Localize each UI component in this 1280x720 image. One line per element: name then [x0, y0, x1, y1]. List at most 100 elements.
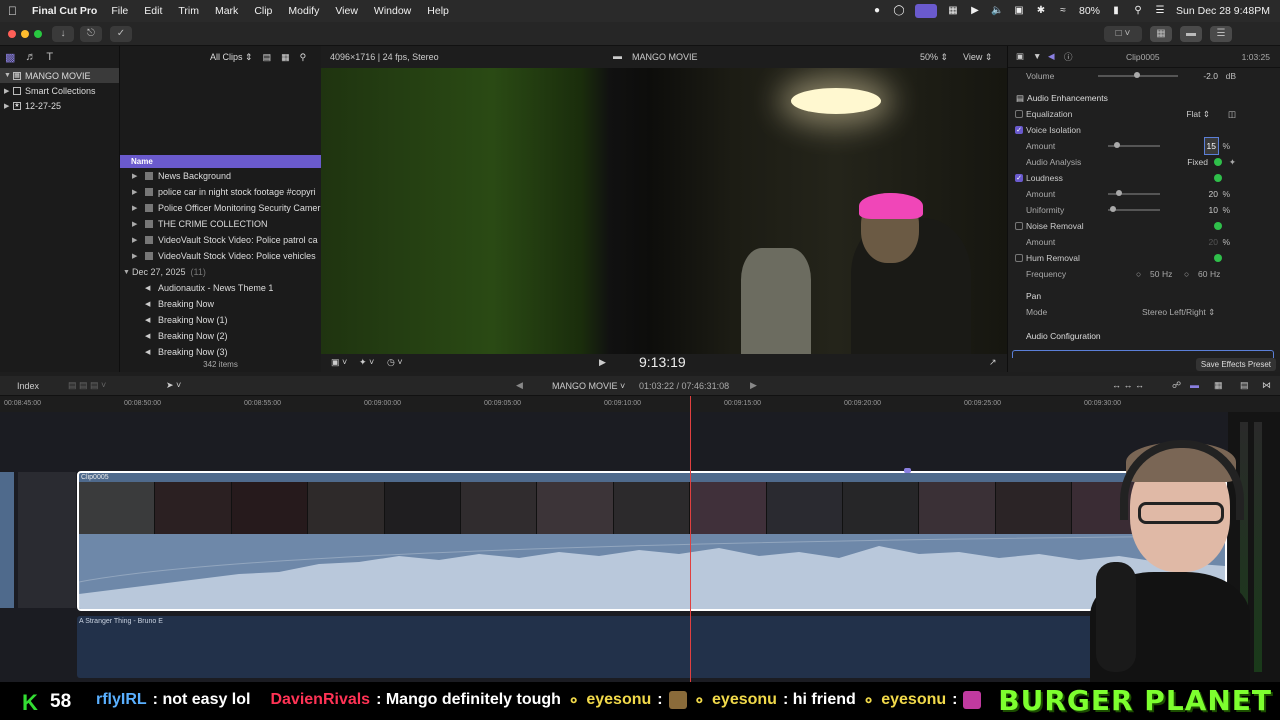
transform-icon[interactable]: ✦ ˅: [359, 357, 374, 368]
back-arrow-icon[interactable]: ◀: [516, 380, 523, 391]
disclosure-closed-icon[interactable]: ▶: [132, 204, 141, 212]
zoom-window-button[interactable]: [34, 30, 42, 38]
disclosure-closed-icon[interactable]: ▶: [132, 236, 141, 244]
menu-help[interactable]: Help: [427, 5, 449, 17]
list-item[interactable]: ▶ VideoVault Stock Video: Police patrol c…: [120, 232, 321, 248]
clip-appearance-icon[interactable]: ▦: [1214, 380, 1223, 391]
video-frame[interactable]: [321, 68, 1007, 354]
menu-window[interactable]: Window: [374, 5, 411, 17]
pan-mode-dropdown[interactable]: Stereo Left/Right ⇕: [1142, 304, 1215, 320]
disclosure-open-icon[interactable]: ▼: [4, 72, 13, 79]
audio-configuration-header[interactable]: Audio Configuration: [1008, 328, 1280, 344]
list-item[interactable]: ▶ THE CRIME COLLECTION: [120, 216, 321, 232]
clip-filter-dropdown[interactable]: All Clips ⇕: [210, 52, 253, 63]
wifi-icon[interactable]: ≈: [1057, 5, 1069, 17]
marker-icon[interactable]: [904, 468, 911, 473]
info-inspector-icon[interactable]: ⓘ: [1064, 51, 1073, 63]
search-icon[interactable]: ⚲: [1132, 5, 1144, 17]
menu-modify[interactable]: Modify: [288, 5, 319, 17]
select-tool-icon[interactable]: ➤ ˅: [166, 380, 181, 391]
forward-arrow-icon[interactable]: ▶: [750, 380, 757, 391]
list-item[interactable]: ▶ Police Officer Monitoring Security Came…: [120, 200, 321, 216]
import-icon[interactable]: ↓: [52, 26, 74, 42]
timecode[interactable]: 9:13:19: [639, 354, 686, 370]
voice-isolation-checkbox[interactable]: ✓: [1015, 126, 1023, 134]
background-tasks-icon[interactable]: ✓: [110, 26, 132, 42]
disclosure-closed-icon[interactable]: ▶: [132, 188, 141, 196]
list-item[interactable]: ▶ police car in night stock footage #copy…: [120, 184, 321, 200]
voice-amount-slider[interactable]: [1108, 142, 1160, 148]
noise-amount-value[interactable]: 20: [1209, 234, 1218, 250]
menu-mark[interactable]: Mark: [215, 5, 238, 17]
titles-tab-icon[interactable]: T: [46, 51, 53, 63]
close-window-button[interactable]: [8, 30, 16, 38]
color-inspector-icon[interactable]: ▼: [1033, 51, 1041, 61]
control-center-highlight-icon[interactable]: [915, 4, 937, 18]
display-icon[interactable]: ▣: [1013, 5, 1025, 17]
audio-channel-row[interactable]: [1012, 350, 1274, 358]
disclosure-closed-icon[interactable]: ▶: [132, 252, 141, 260]
timeline-ruler[interactable]: 00:08:45:00 00:08:50:00 00:08:55:00 00:0…: [0, 396, 1280, 412]
menu-trim[interactable]: Trim: [178, 5, 199, 17]
libraries-tab-icon[interactable]: ▩: [5, 51, 15, 64]
volume-icon[interactable]: 🔈: [991, 5, 1003, 17]
audio-inspector-icon[interactable]: ◀: [1048, 51, 1055, 62]
gap-clip[interactable]: [18, 472, 76, 608]
disclosure-closed-icon[interactable]: ▶: [132, 220, 141, 228]
volume-knob[interactable]: [1134, 72, 1140, 78]
disclosure-closed-icon[interactable]: ▶: [4, 102, 13, 110]
photos-tab-icon[interactable]: ♬: [25, 51, 36, 63]
list-item[interactable]: ◀ Audionautix - News Theme 1: [120, 280, 321, 296]
uniformity-value[interactable]: 10: [1209, 202, 1218, 218]
menu-edit[interactable]: Edit: [144, 5, 162, 17]
menu-clip[interactable]: Clip: [254, 5, 272, 17]
voice-amount-knob[interactable]: [1114, 142, 1120, 148]
crop-icon[interactable]: ▣ ˅: [331, 357, 347, 368]
play-icon[interactable]: ▶: [969, 5, 981, 17]
audio-enhancements-header[interactable]: ▤ Audio Enhancements: [1008, 90, 1280, 106]
disclosure-closed-icon[interactable]: ▶: [132, 172, 141, 180]
column-header-name[interactable]: Name: [120, 155, 321, 168]
noise-removal-checkbox[interactable]: [1015, 222, 1023, 230]
uniformity-knob[interactable]: [1110, 206, 1116, 212]
skimming-icon[interactable]: ▬: [1190, 380, 1199, 390]
date-group-row[interactable]: ▼ Dec 27, 2025 (11): [120, 264, 321, 280]
speed-icon[interactable]: ◷ ˅: [387, 357, 403, 368]
grid-icon[interactable]: ▦: [947, 5, 959, 17]
share-icon[interactable]: □ ˅: [1104, 26, 1142, 42]
radio-60-icon[interactable]: ○: [1184, 266, 1189, 282]
record-icon[interactable]: ●: [871, 5, 883, 17]
list-item[interactable]: ▶ News Background: [120, 168, 321, 184]
control-center-icon[interactable]: ☰: [1154, 5, 1166, 17]
loudness-amount-value[interactable]: 20: [1209, 186, 1218, 202]
loudness-amount-knob[interactable]: [1116, 190, 1122, 196]
disclosure-open-icon[interactable]: ▼: [123, 269, 132, 276]
apple-icon[interactable]: : [8, 4, 28, 18]
fullscreen-icon[interactable]: ↗: [989, 357, 997, 368]
pan-header[interactable]: Pan: [1008, 288, 1280, 304]
eq-graph-icon[interactable]: ◫: [1228, 106, 1236, 122]
previous-clip[interactable]: [0, 472, 14, 608]
list-item[interactable]: ◀ Breaking Now: [120, 296, 321, 312]
menu-file[interactable]: File: [111, 5, 128, 17]
list-view-icon[interactable]: ▦: [281, 52, 290, 63]
play-button-icon[interactable]: ▶: [599, 357, 606, 368]
show-timeline-icon[interactable]: ▬: [1180, 26, 1202, 42]
project-dropdown[interactable]: MANGO MOVIE ˅: [552, 381, 625, 391]
disclosure-closed-icon[interactable]: ▶: [4, 87, 13, 95]
show-inspector-icon[interactable]: ☰: [1210, 26, 1232, 42]
list-item[interactable]: ◀ Breaking Now (2): [120, 328, 321, 344]
minimize-window-button[interactable]: [21, 30, 29, 38]
list-item[interactable]: ◀ Breaking Now (1): [120, 312, 321, 328]
video-inspector-icon[interactable]: ▣: [1016, 51, 1024, 62]
effects-browser-icon[interactable]: ▤: [1240, 380, 1249, 391]
headphones-icon[interactable]: ☍: [1172, 380, 1181, 391]
transitions-browser-icon[interactable]: ⋈: [1262, 380, 1271, 391]
obs-icon[interactable]: ◯: [893, 5, 905, 17]
volume-slider[interactable]: [1098, 72, 1178, 78]
magic-wand-icon[interactable]: ✦: [1229, 154, 1236, 170]
menu-view[interactable]: View: [335, 5, 358, 17]
loudness-checkbox[interactable]: ✓: [1015, 174, 1023, 182]
browser-search-icon[interactable]: ⚲: [300, 52, 307, 63]
equalization-dropdown[interactable]: Flat ⇕: [1186, 106, 1210, 122]
